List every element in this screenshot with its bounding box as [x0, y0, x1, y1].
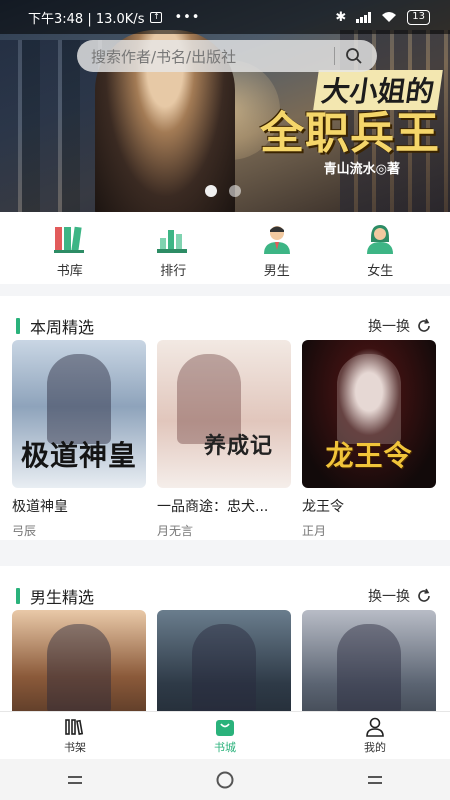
back-icon[interactable]: [364, 769, 386, 791]
book-title[interactable]: 龙王令: [302, 496, 436, 516]
upload-icon: ↑: [150, 11, 163, 23]
book-card[interactable]: 极道神皇 极道神皇 弓辰: [12, 340, 146, 539]
status-time-speed: 下午3:48 | 13.0K/s: [28, 11, 145, 27]
banner-pager: [205, 185, 241, 197]
cover-figure: [192, 624, 256, 711]
book-author: 弓辰: [12, 524, 37, 538]
cover-title: 养成记: [203, 433, 273, 459]
book-row: 极道神皇 极道神皇 弓辰 养成记 一品商途：忠犬... 月无言 龙王令 龙王令 …: [0, 340, 450, 539]
search-bar[interactable]: 搜索作者/书名/出版社: [77, 40, 377, 72]
book-title[interactable]: 一品商途：忠犬...: [157, 496, 291, 516]
category-male[interactable]: 男生: [237, 212, 317, 284]
book-title[interactable]: 极道神皇: [12, 496, 146, 516]
more-notifications: •••: [174, 9, 201, 25]
male-picks-section: 男生精选 换一换: [0, 566, 450, 711]
book-cover[interactable]: [12, 610, 146, 711]
signal-icon: [356, 11, 372, 23]
profile-icon: [366, 717, 384, 737]
book-cover[interactable]: 龙王令: [302, 340, 436, 488]
banner-title-line1: 大小姐的: [313, 70, 443, 110]
book-card[interactable]: 龙王令 龙王令 正月: [302, 340, 436, 539]
cover-title: 龙王令: [325, 439, 413, 472]
tab-bookshelf[interactable]: 书架: [30, 712, 120, 759]
category-female[interactable]: 女生: [340, 212, 420, 284]
tab-label: 我的: [364, 741, 386, 754]
refresh-icon: [418, 318, 430, 332]
section-title-text: 本周精选: [30, 317, 95, 337]
book-author: 正月: [302, 524, 327, 538]
book-card[interactable]: 养成记 一品商途：忠犬... 月无言: [157, 340, 291, 539]
banner-author: 青山流水◎著: [323, 162, 400, 177]
search-divider: [334, 47, 335, 65]
menu-icon[interactable]: [64, 769, 86, 791]
search-input[interactable]: 搜索作者/书名/出版社: [91, 46, 334, 67]
category-library[interactable]: 书库: [30, 212, 110, 284]
swap-label: 换一换: [368, 318, 410, 335]
battery-icon: 13: [407, 9, 430, 25]
search-icon[interactable]: [345, 47, 363, 65]
female-reader-icon: [367, 225, 394, 254]
bluetooth-icon: ✱: [335, 9, 347, 25]
book-row: [0, 610, 450, 711]
category-label: 男生: [263, 264, 290, 279]
section-title: 本周精选: [16, 314, 94, 338]
category-label: 女生: [367, 264, 394, 279]
category-nav: 书库 排行 男生 女生: [0, 212, 450, 284]
book-cover[interactable]: 极道神皇: [12, 340, 146, 488]
cover-figure: [337, 624, 401, 711]
book-card[interactable]: [12, 610, 146, 711]
male-reader-icon: [263, 226, 290, 254]
category-label: 书库: [56, 264, 83, 279]
banner-title: 大小姐的 全职兵王 青山流水◎著: [260, 70, 443, 177]
banner-title-line2: 全职兵王: [260, 108, 440, 159]
pager-dot[interactable]: [229, 185, 241, 197]
book-cover[interactable]: 养成记: [157, 340, 291, 488]
tab-bookstore[interactable]: 书城: [180, 712, 270, 759]
section-accent-bar: [16, 317, 20, 334]
bottom-tab-bar: 书架 书城 我的: [0, 711, 450, 759]
cover-figure: [337, 354, 401, 444]
book-cover[interactable]: [157, 610, 291, 711]
cover-figure: [47, 624, 111, 711]
book-author: 月无言: [157, 524, 194, 538]
section-accent-bar: [16, 587, 20, 604]
home-icon[interactable]: [214, 769, 236, 791]
book-card[interactable]: [302, 610, 436, 711]
book-card[interactable]: [157, 610, 291, 711]
bookshelf-tab-icon: [65, 719, 84, 735]
weekly-picks-section: 本周精选 换一换 极道神皇 极道神皇 弓辰 养成记 一品商途：忠犬... 月无言: [0, 296, 450, 540]
swap-label: 换一换: [368, 588, 410, 605]
tab-profile[interactable]: 我的: [330, 712, 420, 759]
ranking-icon: [157, 230, 188, 253]
wifi-icon: [382, 12, 397, 22]
section-title: 男生精选: [16, 584, 94, 608]
pager-dot[interactable]: [205, 185, 217, 197]
book-cover[interactable]: [302, 610, 436, 711]
swap-button[interactable]: 换一换: [368, 586, 432, 606]
swap-button[interactable]: 换一换: [368, 316, 432, 336]
tab-label: 书城: [214, 741, 236, 754]
status-bar: 下午3:48 | 13.0K/s ↑ ••• ✱ 13: [0, 0, 450, 34]
category-label: 排行: [160, 264, 187, 279]
refresh-icon: [418, 588, 430, 602]
cover-title: 极道神皇: [20, 439, 137, 472]
bookshelf-icon: [53, 226, 84, 253]
bookstore-bag-icon: [216, 720, 234, 736]
tab-label: 书架: [64, 741, 86, 754]
section-title-text: 男生精选: [30, 587, 95, 607]
system-nav-bar: [0, 759, 450, 800]
cover-figure: [47, 354, 111, 444]
category-ranking[interactable]: 排行: [133, 212, 213, 284]
